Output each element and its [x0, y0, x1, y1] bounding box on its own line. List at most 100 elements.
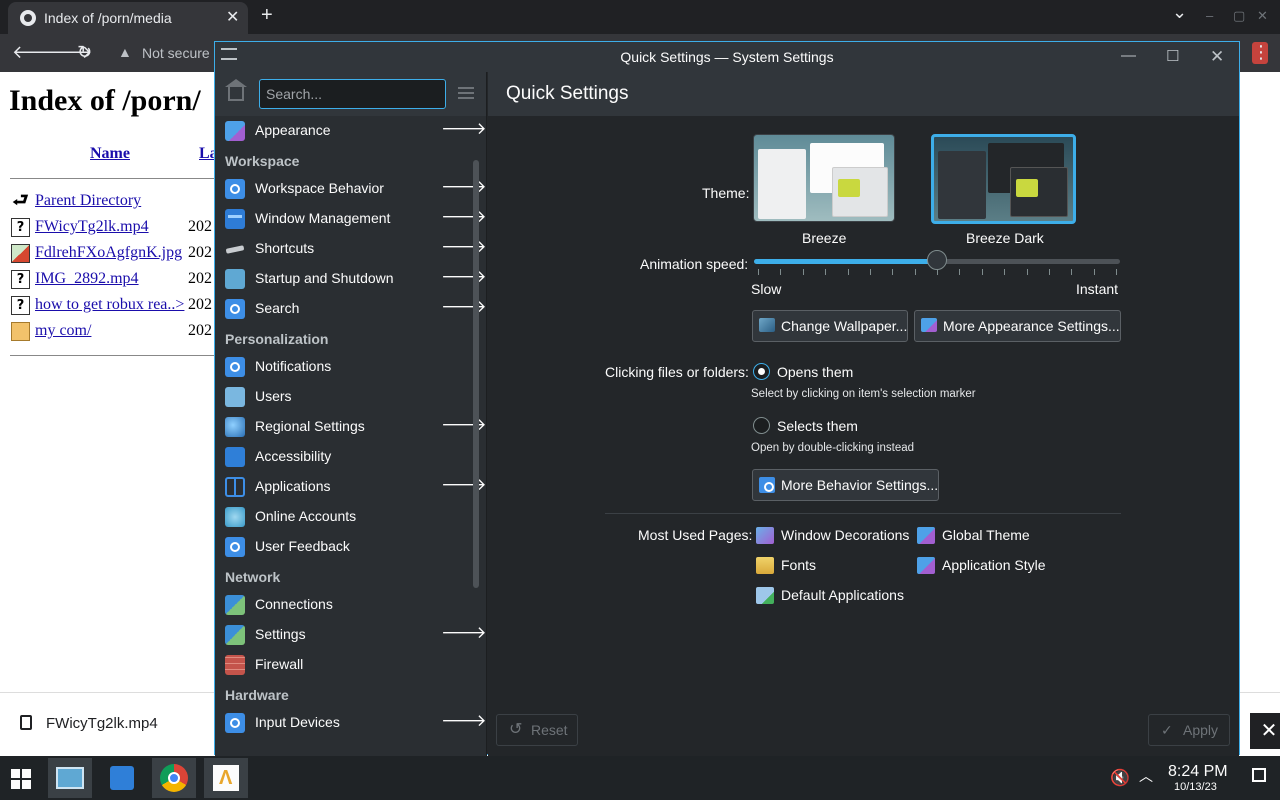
apply-label: Apply	[1183, 722, 1219, 738]
start-menu-button[interactable]	[0, 758, 44, 798]
firewall-icon	[225, 655, 245, 675]
reset-icon: ↺	[509, 721, 523, 738]
directory-listing-page: Index of /porn/ Name La ⮐ Parent Director…	[0, 72, 214, 692]
sidebar-item-appearance[interactable]: Appearance 🡒	[215, 116, 486, 146]
theme-option-breeze[interactable]	[753, 134, 895, 222]
sidebar-item-settings[interactable]: Settings 🡒	[215, 620, 486, 650]
window-decorations-icon	[756, 527, 774, 544]
file-link[interactable]: Parent Directory	[35, 192, 141, 209]
selects-them-hint: Open by double-clicking instead	[751, 442, 915, 454]
sidebar-item-accessibility[interactable]: Accessibility	[215, 442, 467, 472]
slider-handle[interactable]	[927, 250, 947, 270]
search-input[interactable]	[259, 79, 446, 109]
file-link[interactable]: how to get robux rea..>	[35, 296, 184, 313]
sidebar-item-user-feedback[interactable]: User Feedback	[215, 532, 467, 562]
sidebar-item-window-management[interactable]: Window Management 🡒	[215, 204, 486, 234]
file-date: 202	[188, 270, 212, 287]
close-tab-icon[interactable]: ✕	[226, 7, 239, 27]
browser-minimize-button[interactable]: –	[1206, 8, 1213, 23]
address-bar[interactable]: ▲ Not secure	[108, 39, 218, 67]
opens-them-label[interactable]: Opens them	[777, 364, 853, 380]
download-bar-close-button[interactable]: ✕	[1250, 713, 1280, 749]
sidebar-item-online-accounts[interactable]: Online Accounts	[215, 502, 467, 532]
show-desktop-icon[interactable]	[1252, 768, 1266, 782]
tab-search-chevron-icon[interactable]: ⌄	[1172, 2, 1187, 23]
change-wallpaper-label: Change Wallpaper...	[781, 318, 908, 334]
file-link[interactable]: my com/	[35, 322, 91, 339]
slider-tick	[780, 269, 782, 275]
reset-button[interactable]: ↺ Reset	[496, 714, 578, 746]
file-row: ? FWicyTg2lk.mp4 202	[11, 218, 212, 240]
file-link[interactable]: IMG_2892.mp4	[35, 270, 139, 287]
sidebar-item-input-devices[interactable]: Input Devices 🡒	[215, 708, 486, 738]
file-row: ? IMG_2892.mp4 202	[11, 270, 212, 292]
gear-icon	[759, 477, 775, 493]
sidebar-item-search[interactable]: Search 🡒	[215, 294, 486, 324]
more-behavior-label: More Behavior Settings...	[781, 477, 939, 493]
page-header: Quick Settings	[488, 72, 1239, 116]
sidebar-item-label: Startup and Shutdown	[255, 270, 394, 286]
start-icon	[11, 769, 20, 778]
sidebar-item-applications[interactable]: Applications 🡒	[215, 472, 486, 502]
browser-close-button[interactable]: ✕	[1257, 8, 1268, 24]
taskbar-discover[interactable]	[100, 758, 144, 798]
selects-them-label[interactable]: Selects them	[777, 418, 858, 434]
download-filename: FWicyTg2lk.mp4	[46, 715, 158, 732]
sidebar-item-label: Settings	[255, 626, 306, 642]
volume-muted-icon[interactable]: 🔇	[1110, 768, 1130, 788]
slider-tick	[869, 269, 871, 275]
window-decorations-label: Window Decorations	[781, 527, 910, 543]
startup-icon	[225, 269, 245, 289]
sidebar-item-workspace-behavior[interactable]: Workspace Behavior 🡒	[215, 174, 486, 204]
page-heading: Index of /porn/	[9, 84, 201, 117]
taskbar-system-settings[interactable]	[48, 758, 92, 798]
clock-date[interactable]: 10/13/23	[1174, 781, 1217, 793]
sidebar-item-label: Applications	[255, 478, 331, 494]
clock-time[interactable]: 8:24 PM	[1168, 763, 1228, 781]
sidebar-item-label: User Feedback	[255, 538, 350, 554]
more-appearance-settings-button[interactable]: More Appearance Settings...	[914, 310, 1121, 342]
sidebar-item-startup-and-shutdown[interactable]: Startup and Shutdown 🡒	[215, 264, 486, 294]
taskbar-app[interactable]: Λ	[204, 758, 248, 798]
sidebar-item-regional-settings[interactable]: Regional Settings 🡒	[215, 412, 486, 442]
home-icon[interactable]	[225, 79, 247, 101]
sidebar-item-firewall[interactable]: Firewall	[215, 650, 467, 680]
close-icon[interactable]: ✕	[1210, 47, 1224, 67]
sidebar-scrollbar[interactable]	[473, 160, 479, 588]
column-header-name[interactable]: Name	[90, 145, 130, 163]
selects-them-radio[interactable]	[753, 417, 770, 434]
sidebar-item-users[interactable]: Users	[215, 382, 467, 412]
minimize-icon[interactable]: —	[1121, 47, 1136, 64]
sidebar-item-notifications[interactable]: Notifications	[215, 352, 467, 382]
column-header-last-modified[interactable]: La	[199, 145, 214, 163]
sidebar-item-shortcuts[interactable]: Shortcuts 🡒	[215, 234, 486, 264]
opens-them-radio[interactable]	[753, 363, 770, 380]
file-link[interactable]: FWicyTg2lk.mp4	[35, 218, 149, 235]
sidebar-item-connections[interactable]: Connections	[215, 590, 467, 620]
download-item[interactable]: FWicyTg2lk.mp4	[20, 715, 158, 732]
applications-icon	[225, 477, 245, 497]
reload-icon[interactable]: ↻	[77, 42, 92, 63]
hamburger-menu-icon[interactable]	[458, 87, 474, 99]
file-date: 202	[188, 218, 212, 235]
separator	[605, 513, 1121, 514]
taskbar-chrome[interactable]	[152, 758, 196, 798]
new-tab-button[interactable]: +	[261, 4, 273, 27]
arrow-right-icon: 🡒	[441, 415, 487, 434]
sidebar-category: Personalization	[225, 331, 329, 347]
browser-restore-button[interactable]: ▢	[1233, 8, 1245, 24]
arrow-right-icon: 🡒	[441, 237, 487, 256]
file-link[interactable]: FdlrehFXoAgfgnK.jpg	[35, 244, 182, 261]
preview-window	[938, 151, 986, 219]
more-behavior-settings-button[interactable]: More Behavior Settings...	[752, 469, 939, 501]
browser-tab[interactable]: Index of /porn/media ✕	[8, 2, 248, 34]
browser-menu-icon[interactable]: ⋮	[1252, 42, 1270, 64]
quick-settings-page: Quick Settings Theme: Breeze Breeze Dark…	[488, 72, 1239, 756]
apply-button[interactable]: ✓ Apply	[1148, 714, 1230, 746]
theme-option-breeze-dark[interactable]	[931, 134, 1076, 224]
maximize-icon[interactable]: ☐	[1166, 47, 1179, 65]
change-wallpaper-button[interactable]: Change Wallpaper...	[752, 310, 908, 342]
chevron-up-icon[interactable]: ︿	[1139, 766, 1153, 786]
sidebar-item-label: Online Accounts	[255, 508, 357, 524]
slider-tick	[847, 269, 849, 275]
